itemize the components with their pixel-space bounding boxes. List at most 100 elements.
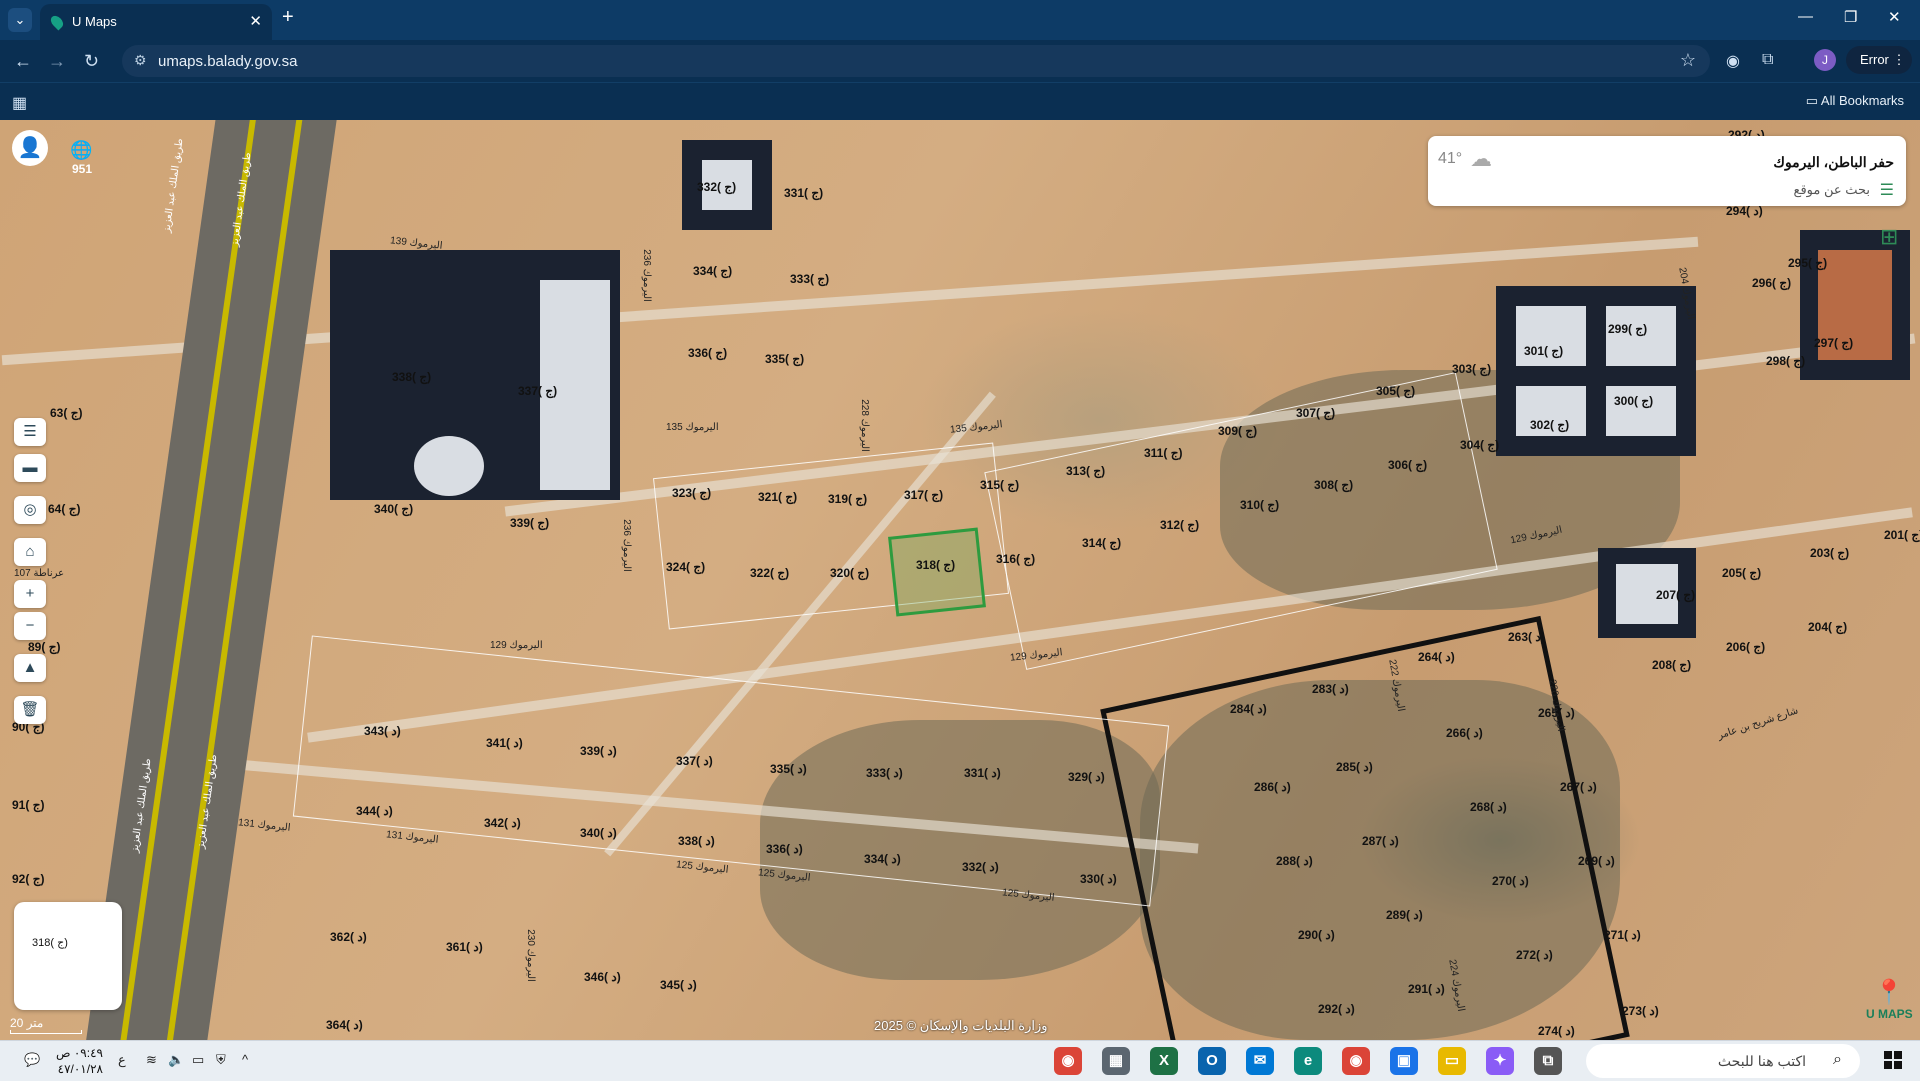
notification-icon[interactable]: 💬 (24, 1052, 40, 1068)
file-explorer-icon[interactable]: ▭ (1438, 1047, 1466, 1075)
user-profile-icon[interactable]: 👤 (12, 130, 48, 166)
wifi-icon[interactable]: ≋ (146, 1052, 157, 1068)
mini-map-label: 318( ج) (32, 937, 68, 949)
battery-icon[interactable]: ▭ (192, 1052, 204, 1068)
location-search-link[interactable]: بحث عن موقع (1794, 182, 1870, 198)
restore-icon[interactable]: ❐ (1844, 8, 1857, 26)
parcel-label: 203( ج) (1810, 546, 1850, 560)
tab-search-dropdown-icon[interactable]: ⌄ (8, 8, 32, 32)
zoom-in-icon[interactable]: + (14, 580, 46, 608)
street-label: اليرموك 125 (675, 859, 730, 876)
parcel-label: 91( ج) (12, 798, 45, 812)
parcel-label: 333( ج) (790, 272, 830, 286)
copilot-icon[interactable]: ✦ (1486, 1047, 1514, 1075)
parcel-label: 331( د) (964, 766, 1001, 780)
menu-icon[interactable]: ☰ (1880, 180, 1894, 200)
parcel-label: 269( د) (1578, 854, 1615, 868)
apps-grid-icon[interactable]: ▦ (12, 93, 27, 113)
street-label: اليرموك 129 (490, 640, 543, 651)
parcel-label: 299( ج) (1608, 322, 1648, 336)
taskbar-search[interactable]: اكتب هنا للبحث ⌕ (1586, 1044, 1860, 1078)
school-building (330, 250, 620, 500)
parcel-label: 342( د) (484, 816, 521, 830)
parcel-label: 271( د) (1604, 928, 1641, 942)
edge-icon[interactable]: e (1294, 1047, 1322, 1075)
mail-icon[interactable]: ✉ (1246, 1047, 1274, 1075)
parcel-label: 361( د) (446, 940, 483, 954)
parcel-label: 331( ج) (784, 186, 824, 200)
new-tab-icon[interactable]: + (282, 6, 294, 29)
parcel-label: 285( د) (1336, 760, 1373, 774)
security-icon[interactable]: ⛨ (216, 1052, 226, 1068)
bookmark-star-icon[interactable]: ☆ (1680, 50, 1696, 71)
globe-icon[interactable]: 🌐 (70, 140, 92, 161)
parcel-label: 64( ج) (48, 502, 81, 516)
mini-map[interactable]: 318( ج) (14, 902, 122, 1010)
zoom-out-icon[interactable]: − (14, 612, 46, 640)
windows-start-icon[interactable] (1884, 1051, 1902, 1069)
parcel-label: 266( د) (1446, 726, 1483, 740)
parcel-label: 267( د) (1560, 780, 1597, 794)
compass-icon[interactable]: ▲ (14, 654, 46, 682)
street-label: اليرموك 228 (858, 399, 870, 452)
task-view-icon[interactable]: ⧉ (1534, 1047, 1562, 1075)
tab-umaps[interactable]: U Maps ✕ (40, 4, 272, 40)
parcel-label: 204( ج) (1808, 620, 1848, 634)
close-window-icon[interactable]: ✕ (1888, 8, 1901, 26)
parcel-label: 339( د) (580, 744, 617, 758)
volume-icon[interactable]: 🔈 (168, 1052, 184, 1068)
all-bookmarks-link[interactable]: ▭ All Bookmarks (1806, 93, 1904, 109)
clock[interactable]: ٠٩:٤٩ ص ٤٧/٠١/٢٨ (56, 1045, 103, 1077)
list-icon[interactable]: ☰ (14, 418, 46, 446)
street-label: اليرموك 131 (237, 817, 292, 834)
parcel-label: 341( د) (486, 736, 523, 750)
parcel-label: 311( ج) (1144, 446, 1183, 460)
excel-icon[interactable]: X (1150, 1047, 1178, 1075)
parcel-label: 208( ج) (1652, 658, 1692, 672)
store-icon[interactable]: ▣ (1390, 1047, 1418, 1075)
parcel-label: 207( ج) (1656, 588, 1696, 602)
back-icon[interactable]: ← (14, 51, 32, 72)
parcel-label: 292( د) (1318, 1002, 1355, 1016)
street-label: اليرموك 135 (949, 419, 1004, 436)
tray-overflow-icon[interactable]: ^ (242, 1052, 248, 1067)
parcel-label: 294( د) (1726, 204, 1763, 218)
chrome-profile-icon[interactable]: ◉ (1342, 1047, 1370, 1075)
trash-icon[interactable]: 🗑 (14, 696, 46, 724)
home-icon[interactable]: ⌂ (14, 538, 46, 566)
map-canvas[interactable]: 318( ج) 332( ج) 331( ج) 334( ج) 333( ج) 336(… (0, 120, 1920, 1040)
chrome-icon[interactable]: ◉ (1054, 1047, 1082, 1075)
address-input[interactable]: ⚙ umaps.balady.gov.sa ☆ (122, 45, 1710, 77)
minimize-icon[interactable]: — (1798, 8, 1813, 25)
parcel-label: 92( ج) (12, 872, 45, 886)
parcel-label: 332( ج) (697, 180, 737, 194)
parcel-label: 273( د) (1622, 1004, 1659, 1018)
profile-avatar[interactable]: J (1814, 49, 1836, 71)
extension-icon[interactable]: ◉ (1726, 51, 1740, 71)
site-info-icon[interactable]: ⚙ (134, 52, 147, 69)
parcel-label: 320( ج) (830, 566, 870, 580)
highway-label: طريق الملك عبد العزيز (161, 137, 186, 234)
parcel-label: 290( د) (1298, 928, 1335, 942)
parcel-label: 303( ج) (1452, 362, 1492, 376)
ruler-icon[interactable]: ▬ (14, 454, 46, 482)
scale-label: 20 متر (10, 1016, 44, 1030)
parcel-label: 264( د) (1418, 650, 1455, 664)
outlook-icon[interactable]: O (1198, 1047, 1226, 1075)
street-label: عرناطة 107 (14, 568, 65, 579)
parcel-label: 306( ج) (1388, 458, 1428, 472)
locate-icon[interactable]: ◎ (14, 496, 46, 524)
calculator-icon[interactable]: ▦ (1102, 1047, 1130, 1075)
street-label: اليرموك 131 (385, 829, 440, 846)
highway (79, 120, 341, 1040)
parcel-label: 345( د) (660, 978, 697, 992)
layers-icon[interactable]: ⊞ (1880, 224, 1898, 250)
language-indicator[interactable]: ع (118, 1052, 126, 1068)
parcel-label: 295( ج) (1788, 256, 1828, 270)
forward-icon[interactable]: → (48, 51, 66, 72)
close-tab-icon[interactable]: ✕ (249, 12, 262, 30)
reload-icon[interactable]: ↻ (84, 51, 99, 72)
selected-parcel-318[interactable] (888, 527, 986, 617)
error-button[interactable]: Error ⋮ (1846, 46, 1912, 74)
extensions-puzzle-icon[interactable]: ⧉ (1762, 51, 1773, 69)
